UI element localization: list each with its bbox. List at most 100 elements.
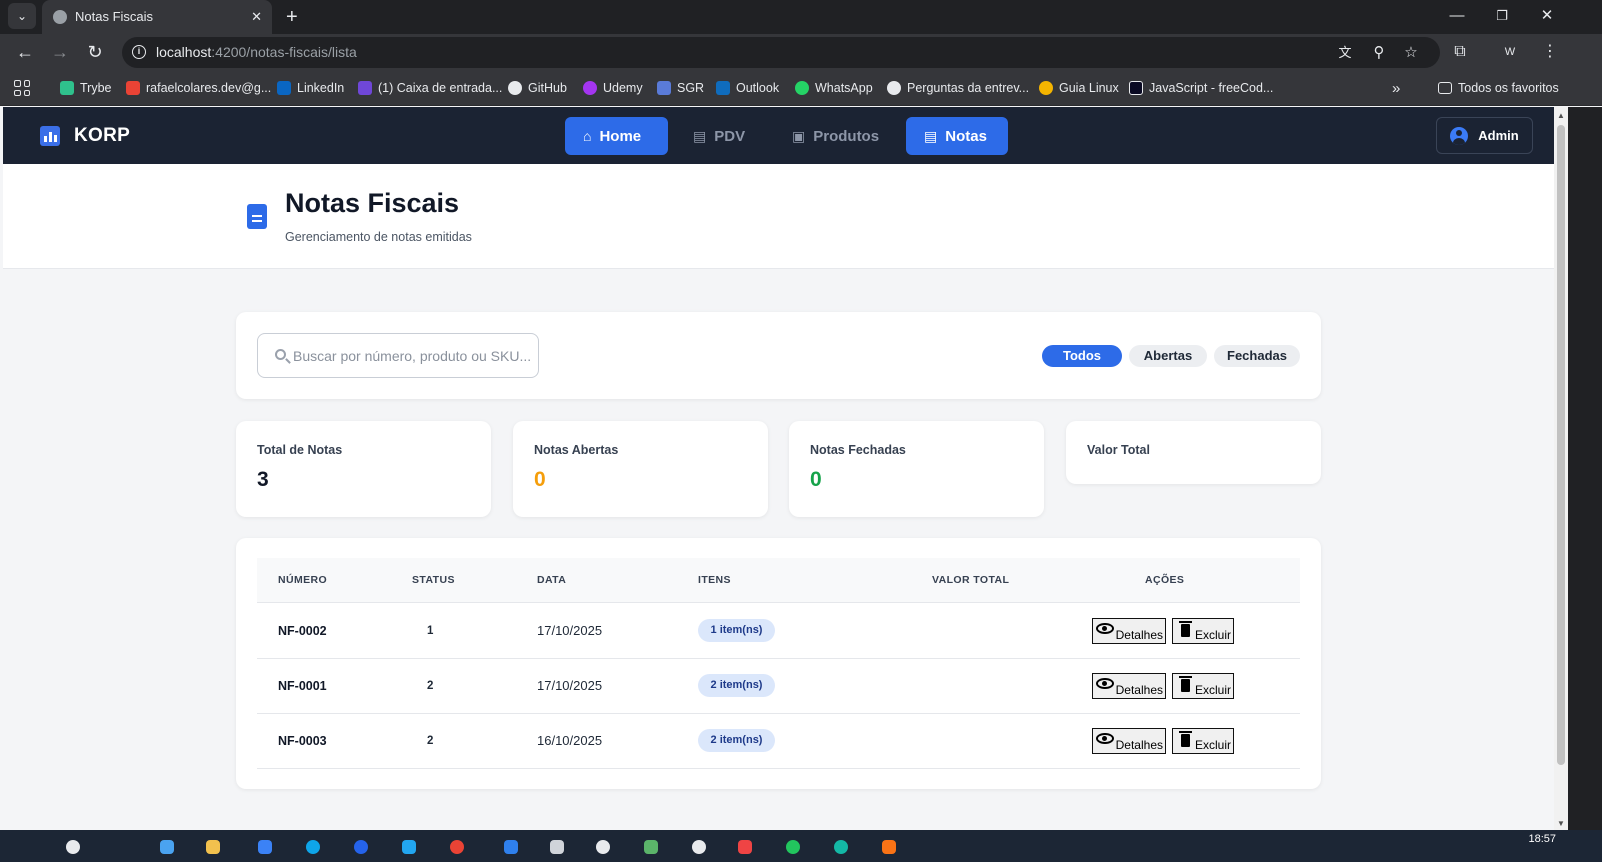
udemy-icon (583, 81, 597, 95)
filter-abertas[interactable]: Abertas (1129, 345, 1207, 367)
search-field[interactable] (257, 333, 539, 378)
bookmark-item[interactable]: Trybe (60, 70, 112, 106)
table-row[interactable]: NF-0003 2 16/10/2025 2 item(ns) Detalhes… (257, 714, 1300, 769)
new-tab-button[interactable]: + (286, 0, 298, 34)
details-button[interactable]: Detalhes (1092, 673, 1166, 699)
restore-window-button[interactable]: ❐ (1487, 0, 1517, 32)
taskbar-app-icon[interactable] (644, 840, 658, 854)
user-menu-button[interactable]: Admin (1436, 117, 1533, 154)
scroll-thumb[interactable] (1557, 125, 1565, 765)
chrome-taskbar-icon[interactable] (450, 840, 464, 854)
bookmark-item[interactable]: GitHub (508, 70, 567, 106)
site-info-icon[interactable]: i (132, 45, 146, 59)
stat-card-fechadas: Notas Fechadas 0 (789, 421, 1044, 517)
delete-button[interactable]: Excluir (1172, 673, 1234, 699)
bookmark-item[interactable]: Outlook (716, 70, 779, 106)
more-bookmarks-icon[interactable]: » (1392, 70, 1400, 106)
browser-tab[interactable]: Notas Fiscais ✕ (42, 0, 272, 34)
vscode-taskbar-icon[interactable] (504, 840, 518, 854)
box-icon: ▣ (792, 127, 806, 144)
taskbar-app-icon[interactable] (258, 840, 272, 854)
column-header[interactable]: NÚMERO (278, 558, 327, 603)
bookmark-item[interactable]: Perguntas da entrev... (887, 70, 1029, 106)
filter-todos[interactable]: Todos (1042, 345, 1122, 367)
bookmark-item[interactable]: JavaScript - freeCod... (1129, 70, 1273, 106)
nota-numero: NF-0001 (278, 679, 327, 693)
bookmark-star-icon[interactable]: ☆ (1400, 37, 1422, 68)
profile-avatar[interactable]: W (1500, 42, 1520, 62)
stat-card-abertas: Notas Abertas 0 (513, 421, 768, 517)
taskbar-app-icon[interactable] (550, 840, 564, 854)
scroll-down-arrow-icon[interactable]: ▼ (1557, 819, 1565, 828)
bookmark-item[interactable]: rafaelcolares.dev@g... (126, 70, 271, 106)
bookmark-item[interactable]: WhatsApp (795, 70, 873, 106)
table-header: NÚMERO STATUS DATA ITENS VALOR TOTAL AÇÕ… (257, 558, 1300, 603)
table-row[interactable]: NF-0001 2 17/10/2025 2 item(ns) Detalhes… (257, 659, 1300, 714)
address-bar[interactable]: i localhost:4200/notas-fiscais/lista 文 ⚲… (122, 37, 1440, 68)
nav-produtos[interactable]: ▣ Produtos (774, 117, 897, 155)
table-row[interactable]: NF-0002 1 17/10/2025 1 item(ns) Detalhes… (257, 604, 1300, 659)
close-window-button[interactable]: ✕ (1532, 0, 1562, 32)
back-button[interactable]: ← (13, 34, 37, 70)
search-taskbar-icon[interactable] (66, 840, 80, 854)
bookmark-item[interactable]: LinkedIn (277, 70, 344, 106)
browser-menu-icon[interactable]: ⋮ (1538, 34, 1562, 70)
bookmark-item[interactable]: Guia Linux (1039, 70, 1119, 106)
taskbar-app-icon[interactable] (834, 840, 848, 854)
trash-icon (1179, 621, 1192, 637)
translate-icon[interactable]: 文 (1334, 37, 1356, 68)
apps-grid-icon[interactable] (14, 80, 30, 96)
details-button[interactable]: Detalhes (1092, 618, 1166, 644)
taskbar-app-icon[interactable] (402, 840, 416, 854)
url-text[interactable]: localhost:4200/notas-fiscais/lista (156, 37, 357, 68)
folder-taskbar-icon[interactable] (206, 840, 220, 854)
freecodecamp-icon (1129, 81, 1143, 95)
nav-notas[interactable]: ▤ Notas (906, 117, 1008, 155)
nota-data: 16/10/2025 (537, 733, 603, 748)
bookmark-item[interactable]: Udemy (583, 70, 643, 106)
eye-icon (1096, 733, 1114, 744)
page-scrollbar[interactable]: ▲ ▼ (1554, 107, 1568, 830)
taskbar-app-icon[interactable] (160, 840, 174, 854)
forward-button[interactable]: → (48, 34, 72, 70)
column-header[interactable]: STATUS (412, 558, 455, 603)
notas-table: NÚMERO STATUS DATA ITENS VALOR TOTAL AÇÕ… (236, 538, 1321, 789)
column-header[interactable]: ITENS (698, 558, 731, 603)
itens-badge: 2 item(ns) (698, 674, 775, 697)
column-header[interactable]: VALOR TOTAL (932, 558, 1009, 603)
minimize-window-button[interactable]: — (1442, 0, 1472, 32)
whatsapp-taskbar-icon[interactable] (786, 840, 800, 854)
taskbar-app-icon[interactable] (354, 840, 368, 854)
taskbar-app-icon[interactable] (882, 840, 896, 854)
stat-label: Notas Fechadas (810, 443, 906, 457)
nav-home[interactable]: ⌂ Home (565, 117, 668, 155)
bookmark-favicon-icon (60, 81, 74, 95)
search-input[interactable] (293, 334, 533, 377)
stat-label: Total de Notas (257, 443, 343, 457)
extensions-icon[interactable]: ⧉ (1448, 34, 1472, 70)
eye-icon (1096, 623, 1114, 634)
close-tab-icon[interactable]: ✕ (251, 0, 262, 34)
details-button[interactable]: Detalhes (1092, 728, 1166, 754)
scroll-up-arrow-icon[interactable]: ▲ (1557, 111, 1565, 120)
taskbar-app-icon[interactable] (738, 840, 752, 854)
bookmark-item[interactable]: (1) Caixa de entrada... (358, 70, 502, 106)
edge-taskbar-icon[interactable] (306, 840, 320, 854)
all-bookmarks-folder[interactable]: Todos os favoritos (1438, 70, 1559, 106)
reload-button[interactable]: ↻ (83, 34, 107, 70)
delete-button[interactable]: Excluir (1172, 618, 1234, 644)
column-header[interactable]: DATA (537, 558, 566, 603)
github-taskbar-icon[interactable] (596, 840, 610, 854)
nav-pdv[interactable]: ▤ PDV (675, 117, 763, 155)
filter-fechadas[interactable]: Fechadas (1214, 345, 1300, 367)
brand-name: KORP (74, 124, 131, 146)
taskbar-app-icon[interactable] (692, 840, 706, 854)
bookmark-item[interactable]: SGR (657, 70, 704, 106)
tab-search-button[interactable]: ⌄ (8, 3, 36, 29)
tab-favicon-icon (53, 10, 67, 24)
column-header[interactable]: AÇÕES (1145, 558, 1184, 603)
zoom-icon[interactable]: ⚲ (1368, 37, 1390, 68)
brand-logo[interactable]: KORP (40, 107, 130, 164)
delete-button[interactable]: Excluir (1172, 728, 1234, 754)
eye-icon (1096, 678, 1114, 689)
